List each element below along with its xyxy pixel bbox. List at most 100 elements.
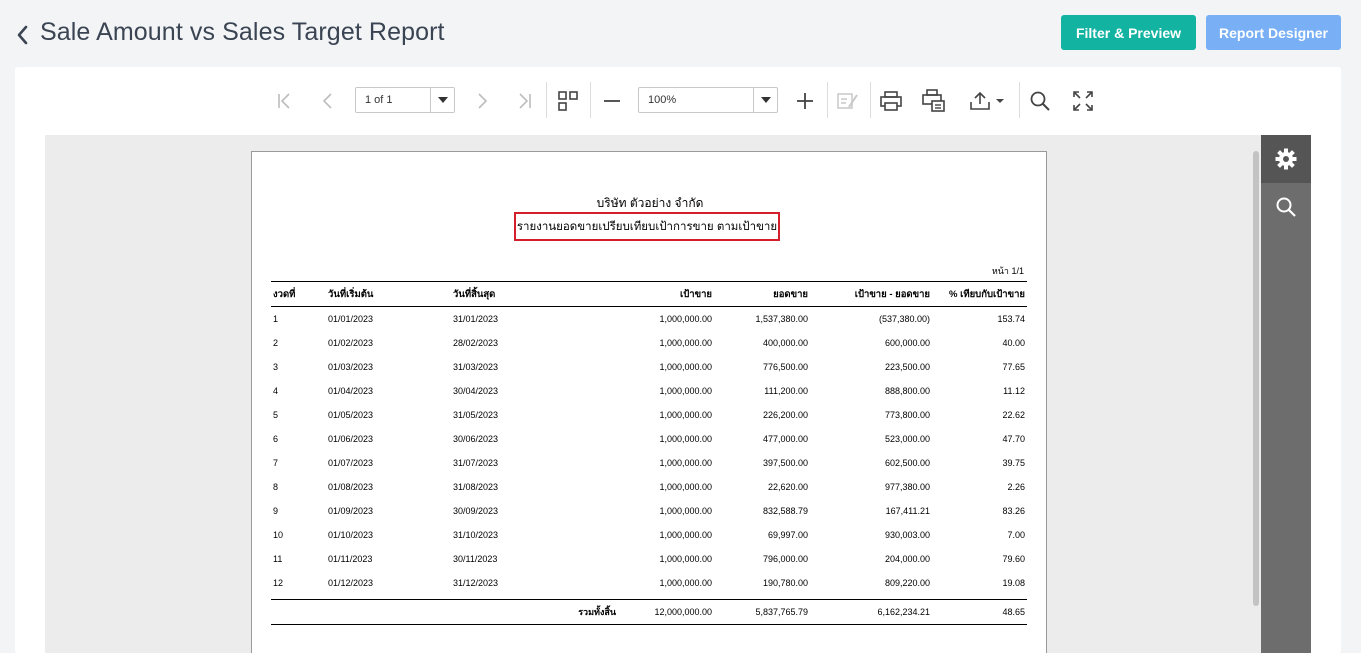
cell-percent: 11.12 — [1003, 386, 1025, 396]
cell-percent: 7.00 — [1007, 530, 1025, 540]
cell-period: 8 — [273, 482, 279, 492]
total-label: รวมทั้งสิ้น — [578, 607, 616, 617]
cell-end-date: 31/03/2023 — [453, 362, 499, 372]
export-icon[interactable] — [965, 87, 1009, 115]
chevron-down-icon[interactable] — [430, 88, 454, 112]
zoom-selector[interactable]: 100% — [638, 87, 778, 113]
cell-sales: 477,000.00 — [762, 434, 808, 444]
print-page-icon[interactable] — [920, 87, 948, 115]
viewer-toolbar: 1 of 1 100% — [15, 67, 1341, 133]
gear-icon[interactable] — [1261, 135, 1311, 183]
zoom-out-icon[interactable] — [598, 87, 626, 115]
cell-sales: 226,200.00 — [762, 410, 808, 420]
table-row: 5 01/05/2023 31/05/2023 1,000,000.00 226,200… — [271, 403, 1027, 427]
company-name: บริษัท ตัวอย่าง จำกัด — [596, 196, 704, 210]
table-total-row: รวมทั้งสิ้น 12,000,000.00 5,837,765.79 6… — [271, 599, 1027, 625]
page-selector-value: 1 of 1 — [365, 94, 393, 106]
cell-period: 7 — [273, 458, 279, 468]
column-header-difference: เป้าขาย - ยอดขาย — [854, 288, 930, 300]
next-page-icon[interactable] — [468, 87, 496, 115]
filter-preview-button[interactable]: Filter & Preview — [1061, 15, 1196, 50]
table-row: 12 01/12/2023 31/12/2023 1,000,000.00 190,78… — [271, 571, 1027, 595]
cell-period: 10 — [273, 530, 284, 540]
top-bar: Sale Amount vs Sales Target Report Filte… — [0, 0, 1361, 67]
cell-start-date: 01/10/2023 — [328, 530, 374, 540]
cell-end-date: 30/04/2023 — [453, 386, 499, 396]
cell-start-date: 01/03/2023 — [328, 362, 374, 372]
vertical-scrollbar[interactable] — [1253, 151, 1259, 606]
table-row: 6 01/06/2023 30/06/2023 1,000,000.00 477,000… — [271, 427, 1027, 451]
print-icon[interactable] — [877, 87, 905, 115]
table-row: 11 01/11/2023 30/11/2023 1,000,000.00 796,00… — [271, 547, 1027, 571]
cell-difference: 888,800.00 — [884, 386, 930, 396]
column-header-start-date: วันที่เริ่มต้น — [328, 288, 374, 300]
cell-percent: 83.26 — [1002, 506, 1025, 516]
cell-period: 6 — [273, 434, 279, 444]
page-title: Sale Amount vs Sales Target Report — [40, 18, 445, 46]
cell-target: 1,000,000.00 — [659, 314, 712, 324]
toolbar-divider — [827, 82, 828, 118]
report-designer-button[interactable]: Report Designer — [1206, 15, 1341, 50]
cell-sales: 1,537,380.00 — [755, 314, 808, 324]
cell-target: 1,000,000.00 — [659, 362, 712, 372]
report-viewer-card: 1 of 1 100% บริษัท ตัวอย่าง จำกัด รายงาน… — [15, 67, 1341, 653]
back-arrow-icon[interactable] — [14, 24, 32, 46]
table-row: 4 01/04/2023 30/04/2023 1,000,000.00 111,200… — [271, 379, 1027, 403]
table-row: 2 01/02/2023 28/02/2023 1,000,000.00 400,000… — [271, 331, 1027, 355]
table-body: 1 01/01/2023 31/01/2023 1,000,000.00 1,537,3… — [271, 307, 1027, 595]
cell-percent: 40.00 — [1002, 338, 1025, 348]
cell-sales: 400,000.00 — [762, 338, 808, 348]
first-page-icon[interactable] — [271, 87, 299, 115]
cell-period: 9 — [273, 506, 279, 516]
cell-percent: 47.70 — [1002, 434, 1025, 444]
column-header-end-date: วันที่สิ้นสุด — [453, 288, 496, 300]
cell-end-date: 31/12/2023 — [453, 578, 499, 588]
report-page: บริษัท ตัวอย่าง จำกัด รายงานยอดขายเปรียบ… — [251, 151, 1047, 653]
report-preview-area[interactable]: บริษัท ตัวอย่าง จำกัด รายงานยอดขายเปรียบ… — [45, 135, 1261, 653]
cell-start-date: 01/11/2023 — [328, 554, 373, 564]
report-title: รายงานยอดขายเปรียบเทียบเป้าการขาย ตามเป้… — [514, 212, 780, 241]
edit-fields-icon[interactable] — [834, 87, 862, 115]
cell-period: 1 — [273, 314, 279, 324]
total-target: 12,000,000.00 — [654, 607, 712, 617]
last-page-icon[interactable] — [510, 87, 538, 115]
table-row: 10 01/10/2023 31/10/2023 1,000,000.00 69,997… — [271, 523, 1027, 547]
cell-start-date: 01/06/2023 — [328, 434, 374, 444]
chevron-down-icon[interactable] — [753, 88, 777, 112]
cell-end-date: 31/07/2023 — [453, 458, 499, 468]
cell-target: 1,000,000.00 — [659, 578, 712, 588]
table-header-row: งวดที่ วันที่เริ่มต้น วันที่สิ้นสุด เป้า… — [271, 281, 1027, 307]
toolbar-divider — [870, 82, 871, 118]
table-row: 7 01/07/2023 31/07/2023 1,000,000.00 397,500… — [271, 451, 1027, 475]
total-percent: 48.65 — [1002, 607, 1025, 617]
cell-end-date: 30/06/2023 — [453, 434, 499, 444]
table-row: 9 01/09/2023 30/09/2023 1,000,000.00 832,588… — [271, 499, 1027, 523]
search-icon[interactable] — [1026, 87, 1054, 115]
column-header-target: เป้าขาย — [679, 288, 712, 300]
multipage-icon[interactable] — [554, 87, 582, 115]
cell-period: 5 — [273, 410, 279, 420]
cell-target: 1,000,000.00 — [659, 482, 712, 492]
total-difference: 6,162,234.21 — [877, 607, 930, 617]
cell-start-date: 01/05/2023 — [328, 410, 374, 420]
cell-difference: 523,000.00 — [884, 434, 930, 444]
page-selector[interactable]: 1 of 1 — [355, 87, 455, 113]
cell-difference: 809,220.00 — [884, 578, 930, 588]
zoom-selector-value: 100% — [648, 94, 677, 106]
fullscreen-icon[interactable] — [1069, 87, 1097, 115]
cell-target: 1,000,000.00 — [659, 458, 712, 468]
cell-target: 1,000,000.00 — [659, 506, 712, 516]
cell-percent: 2.26 — [1007, 482, 1025, 492]
cell-sales: 832,588.79 — [762, 506, 808, 516]
cell-end-date: 31/01/2023 — [453, 314, 499, 324]
search-icon[interactable] — [1261, 183, 1311, 231]
cell-target: 1,000,000.00 — [659, 554, 712, 564]
column-header-sales: ยอดขาย — [773, 288, 808, 300]
table-row: 3 01/03/2023 31/03/2023 1,000,000.00 776,500… — [271, 355, 1027, 379]
cell-target: 1,000,000.00 — [659, 530, 712, 540]
zoom-in-icon[interactable] — [791, 87, 819, 115]
cell-sales: 111,200.00 — [764, 386, 808, 396]
prev-page-icon[interactable] — [314, 87, 342, 115]
cell-period: 4 — [273, 386, 279, 396]
toolbar-divider — [590, 82, 591, 118]
